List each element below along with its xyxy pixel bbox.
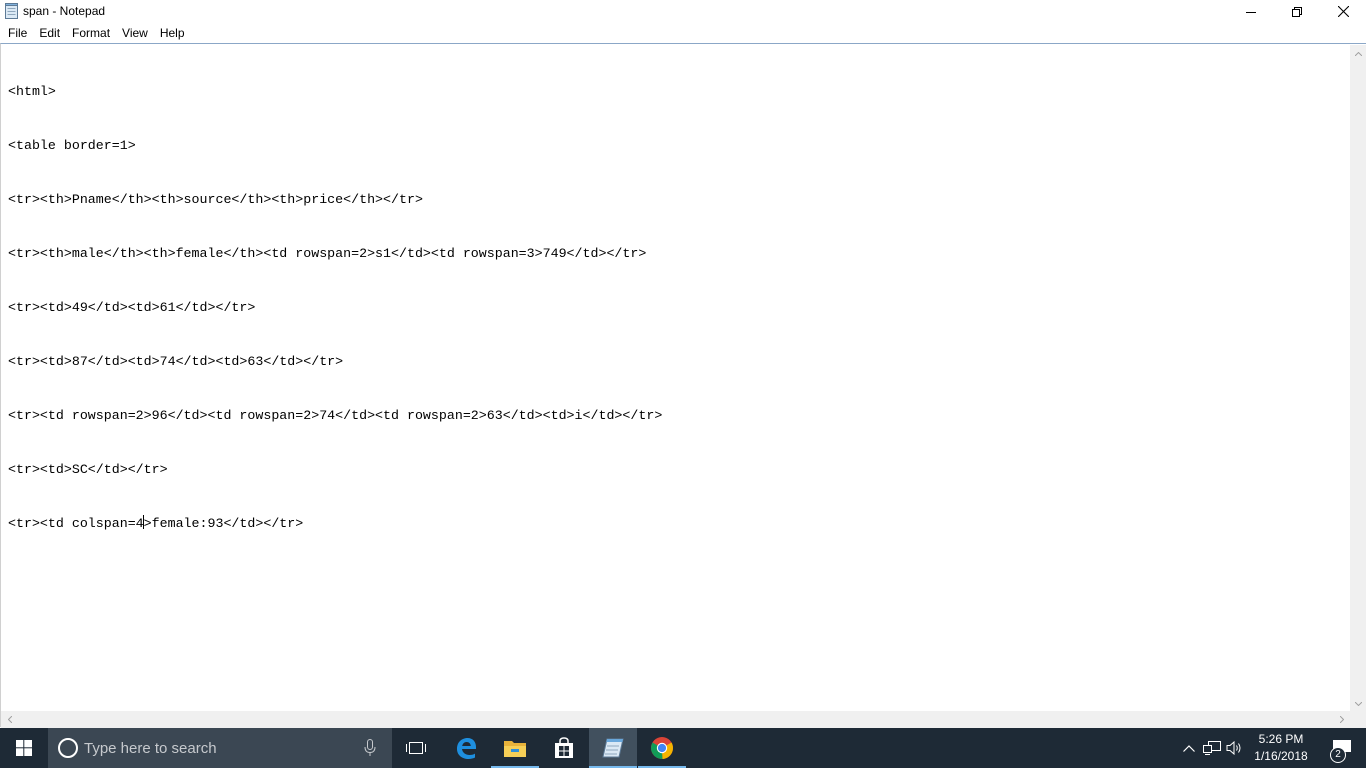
scroll-down-button[interactable] (1350, 695, 1366, 712)
taskbar: Type here to search 5:26 PM 1/16/2018 2 (0, 728, 1366, 768)
notepad-icon (602, 738, 624, 758)
chrome-icon (651, 737, 673, 760)
minimize-button[interactable] (1228, 0, 1274, 23)
task-view-icon (406, 742, 426, 754)
volume-icon (1226, 741, 1241, 755)
show-hidden-icons-button[interactable] (1178, 728, 1200, 768)
search-placeholder: Type here to search (84, 740, 217, 757)
window-title: span - Notepad (23, 4, 106, 18)
text-line: <tr><td>SC</td></tr> (8, 462, 168, 477)
network-button[interactable] (1201, 728, 1223, 768)
close-icon (1337, 6, 1349, 17)
caret-line-after: >female:93</td></tr> (143, 516, 304, 531)
restore-icon (1292, 6, 1302, 17)
windows-logo-icon (16, 740, 32, 756)
editor-pane: <html> <table border=1> <tr><th>Pname</t… (0, 43, 1366, 728)
vertical-scrollbar[interactable] (1350, 45, 1366, 712)
menu-help[interactable]: Help (154, 23, 191, 43)
store-taskbar-button[interactable] (540, 728, 588, 768)
minimize-icon (1246, 11, 1256, 13)
edge-icon (457, 738, 476, 759)
text-line: <tr><th>Pname</th><th>source</th><th>pri… (8, 192, 423, 207)
taskbar-search-box[interactable]: Type here to search (48, 728, 392, 768)
scroll-right-button[interactable] (1333, 711, 1350, 728)
scrollbar-corner (1350, 711, 1366, 728)
chrome-taskbar-button[interactable] (638, 728, 686, 768)
chevron-left-icon (7, 716, 12, 723)
start-button[interactable] (0, 728, 48, 768)
menu-file[interactable]: File (0, 23, 33, 43)
cortana-icon (58, 738, 78, 758)
text-line: <table border=1> (8, 138, 136, 153)
file-explorer-icon (504, 741, 526, 757)
notepad-taskbar-button[interactable] (589, 728, 637, 768)
task-view-button[interactable] (392, 728, 440, 768)
text-editor[interactable]: <html> <table border=1> <tr><th>Pname</t… (8, 47, 1338, 707)
scroll-up-button[interactable] (1350, 45, 1366, 62)
text-line: <tr><td>49</td><td>61</td></tr> (8, 300, 256, 315)
notification-count-badge: 2 (1330, 747, 1346, 763)
chevron-up-icon (1355, 51, 1362, 56)
menu-bar: File Edit Format View Help (0, 23, 1366, 43)
clock-time: 5:26 PM (1258, 732, 1304, 746)
chevron-down-icon (1355, 701, 1362, 706)
menu-format[interactable]: Format (66, 23, 116, 43)
title-bar[interactable]: span - Notepad (0, 0, 1366, 23)
menu-view[interactable]: View (116, 23, 154, 43)
store-icon (555, 737, 573, 758)
caret-line-before: <tr><td colspan=4 (8, 516, 144, 531)
scroll-left-button[interactable] (1, 711, 18, 728)
horizontal-scrollbar[interactable] (1, 711, 1350, 728)
volume-button[interactable] (1224, 728, 1246, 768)
notepad-icon (5, 3, 18, 19)
restore-button[interactable] (1274, 0, 1320, 23)
clock-date: 1/16/2018 (1254, 749, 1308, 763)
text-line: <tr><td rowspan=2>96</td><td rowspan=2>7… (8, 408, 663, 423)
file-explorer-taskbar-button[interactable] (491, 728, 539, 768)
network-icon (1203, 741, 1221, 755)
text-line: <tr><th>male</th><th>female</th><td rows… (8, 246, 647, 261)
caret-line: <tr><td colspan=4>female:93</td></tr> (8, 515, 1338, 533)
menu-edit[interactable]: Edit (33, 23, 66, 43)
edge-taskbar-button[interactable] (442, 728, 490, 768)
chevron-right-icon (1339, 716, 1344, 723)
close-button[interactable] (1320, 0, 1366, 23)
text-line: <tr><td>87</td><td>74</td><td>63</td></t… (8, 354, 344, 369)
microphone-icon[interactable] (364, 739, 376, 757)
chevron-up-icon (1183, 744, 1195, 752)
taskbar-clock[interactable]: 5:26 PM 1/16/2018 (1248, 731, 1314, 765)
text-line: <html> (8, 84, 56, 99)
